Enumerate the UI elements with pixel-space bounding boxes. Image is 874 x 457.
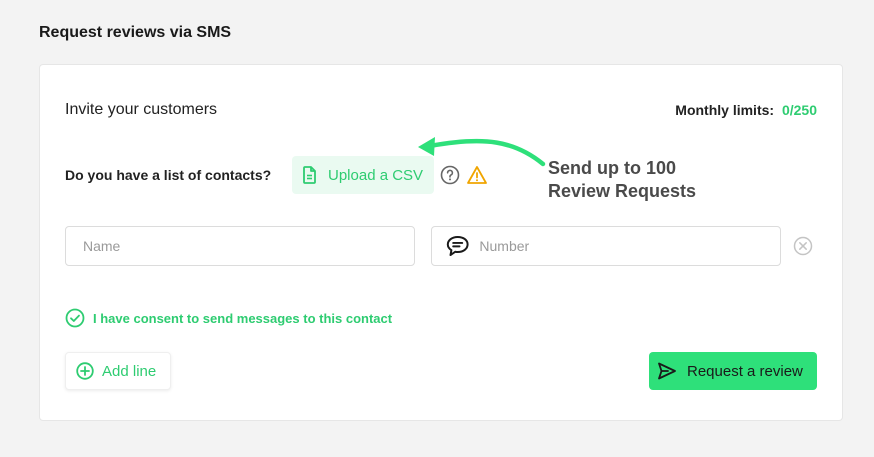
consent-label: I have consent to send messages to this … — [93, 310, 393, 326]
send-icon — [658, 362, 676, 380]
invite-card: Invite your customers Monthly limits: 0/… — [39, 64, 843, 421]
add-line-label: Add line — [102, 362, 157, 380]
page-title: Request reviews via SMS — [39, 24, 232, 41]
file-icon — [303, 166, 316, 184]
annotation-line-2: Review Requests — [548, 181, 697, 201]
add-line-button[interactable]: Add line — [65, 352, 171, 390]
name-input[interactable] — [83, 238, 414, 254]
limits-label: Monthly limits: — [675, 102, 775, 118]
arrow-icon — [418, 137, 546, 167]
limits-value: 0/250 — [781, 102, 817, 118]
request-review-label: Request a review — [687, 362, 803, 380]
consent-checkbox[interactable]: I have consent to send messages to this … — [65, 308, 392, 328]
number-input[interactable] — [479, 238, 780, 254]
upload-csv-label: Upload a CSV — [328, 166, 424, 184]
name-field-wrapper — [65, 226, 415, 266]
monthly-limits: Monthly limits: 0/250 — [675, 102, 817, 118]
chat-icon — [446, 236, 469, 256]
annotation: Send up to 100 Review Requests — [548, 157, 696, 203]
contacts-question: Do you have a list of contacts? — [65, 167, 272, 183]
plus-circle-icon — [76, 362, 94, 380]
check-circle-icon — [65, 308, 85, 328]
request-review-button[interactable]: Request a review — [649, 352, 817, 390]
card-title: Invite your customers — [65, 101, 218, 118]
clear-icon[interactable] — [793, 236, 813, 256]
number-field-wrapper — [431, 226, 781, 266]
annotation-line-1: Send up to 100 — [548, 158, 677, 178]
